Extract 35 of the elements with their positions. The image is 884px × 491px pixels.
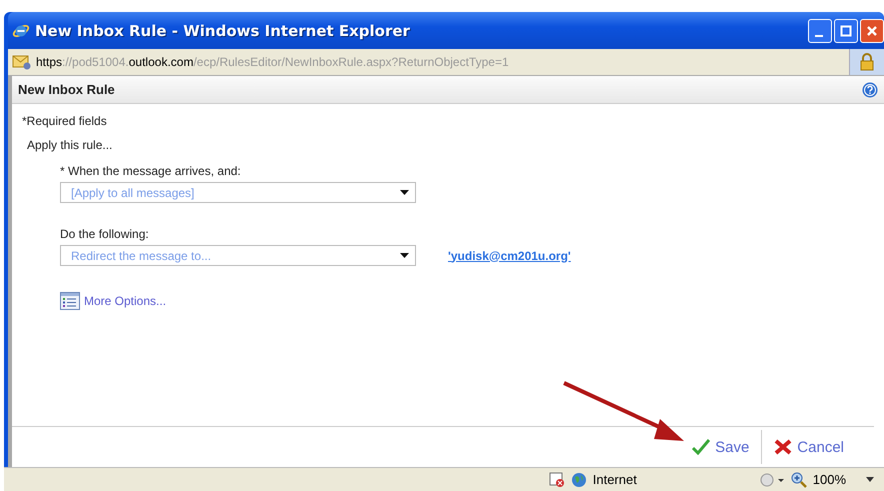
security-icon[interactable] [758, 472, 785, 488]
required-note: *Required fields [22, 114, 108, 128]
minimize-icon [815, 34, 823, 36]
window-title: New Inbox Rule - Windows Internet Explorer [35, 22, 411, 40]
lock-icon[interactable] [849, 49, 884, 75]
caret-icon [400, 253, 409, 258]
address-bar[interactable]: https://pod51004.outlook.com/ecp/RulesEditor/NewInboxRule.aspx?ReturnObjectType=1 [8, 49, 884, 76]
envelope-icon [12, 54, 32, 70]
cancel-button[interactable]: Cancel [797, 438, 844, 456]
caret-icon[interactable] [866, 477, 874, 482]
zoom-icon[interactable] [790, 472, 807, 488]
minimize-button[interactable] [808, 18, 832, 42]
dropdown[interactable]: Redirect the message to... [60, 245, 416, 266]
more-options-link[interactable]: More Options... [84, 294, 166, 308]
maximize-icon [840, 24, 852, 36]
help-icon[interactable] [862, 82, 878, 98]
page-title: New Inbox Rule [18, 82, 115, 97]
save-button[interactable]: Save [715, 438, 750, 456]
security-zone: Internet [592, 472, 638, 487]
field-label: * When the message arrives, and: [60, 164, 242, 178]
caret-icon [400, 190, 409, 195]
zoom-level[interactable]: 100% [812, 472, 846, 487]
close-button[interactable] [860, 18, 884, 42]
section-label: Apply this rule... [27, 138, 114, 152]
list-icon[interactable] [60, 292, 80, 310]
url-text: https://pod51004.outlook.com/ecp/RulesEditor/NewInboxRule.aspx?ReturnObjectType=1 [36, 55, 510, 69]
checkmark-icon [692, 439, 710, 455]
email-link[interactable]: 'yudisk@cm201u.org' [448, 248, 571, 262]
maximize-button[interactable] [834, 18, 858, 42]
globe-icon [570, 472, 587, 488]
cross-icon [774, 439, 792, 455]
close-icon [866, 24, 878, 36]
blocked-page-icon [548, 472, 565, 488]
dropdown[interactable]: [Apply to all messages] [60, 182, 416, 203]
field-label: Do the following: [60, 227, 150, 241]
